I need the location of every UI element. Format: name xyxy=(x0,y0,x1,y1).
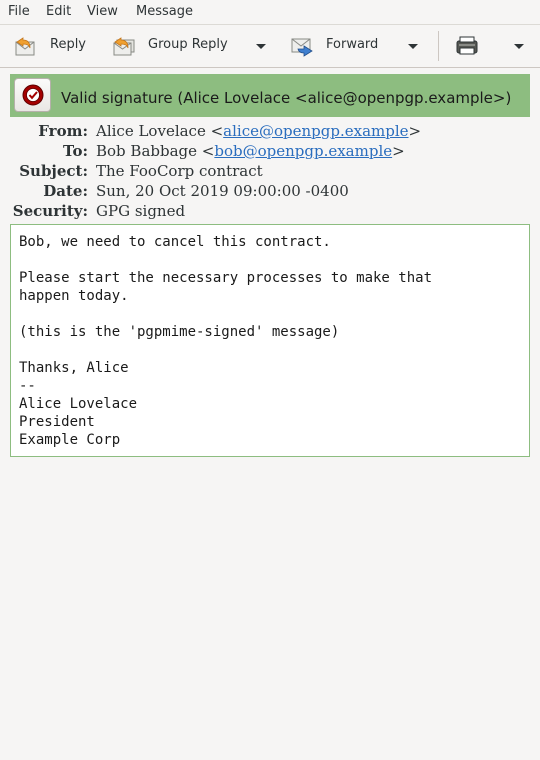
menu-view[interactable]: View xyxy=(87,4,118,19)
chevron-down-icon[interactable] xyxy=(256,44,266,49)
toolbar-separator xyxy=(438,31,439,61)
forward-label: Forward xyxy=(326,37,379,52)
chevron-down-icon[interactable] xyxy=(514,44,524,49)
header-security: Security: GPG signed xyxy=(0,202,540,222)
signature-valid-icon xyxy=(22,84,44,106)
menu-edit[interactable]: Edit xyxy=(46,4,71,19)
reply-label: Reply xyxy=(50,37,87,52)
menu-file[interactable]: File xyxy=(8,4,30,19)
to-close: > xyxy=(392,142,405,160)
group-reply-label: Group Reply xyxy=(148,37,228,52)
from-value: Alice Lovelace <alice@openpgp.example> xyxy=(96,122,421,140)
print-button[interactable] xyxy=(444,25,534,67)
print-icon xyxy=(456,36,478,55)
menu-message[interactable]: Message xyxy=(136,4,193,19)
to-email-link[interactable]: bob@openpgp.example xyxy=(214,142,392,160)
group-reply-button[interactable]: Group Reply xyxy=(102,25,282,67)
security-label: Security: xyxy=(12,202,88,220)
forward-icon xyxy=(291,38,313,57)
from-label: From: xyxy=(38,122,88,140)
reply-icon xyxy=(15,37,35,56)
message-body-text: Bob, we need to cancel this contract. Pl… xyxy=(19,234,433,448)
message-body[interactable]: Bob, we need to cancel this contract. Pl… xyxy=(10,224,530,457)
from-email-link[interactable]: alice@openpgp.example xyxy=(223,122,408,140)
reply-button[interactable]: Reply xyxy=(0,25,102,67)
forward-button[interactable]: Forward xyxy=(282,25,432,67)
subject-value: The FooCorp contract xyxy=(96,162,263,180)
from-close: > xyxy=(408,122,422,140)
header-subject: Subject: The FooCorp contract xyxy=(0,162,540,182)
to-label: To: xyxy=(63,142,88,160)
header-from: From: Alice Lovelace <alice@openpgp.exam… xyxy=(0,122,540,142)
security-value: GPG signed xyxy=(96,202,186,220)
signature-details-button[interactable] xyxy=(14,78,51,112)
date-label: Date: xyxy=(43,182,88,200)
header-to: To: Bob Babbage <bob@openpgp.example> xyxy=(0,142,540,162)
to-name: Bob Babbage < xyxy=(96,142,215,160)
menubar: File Edit View Message xyxy=(0,0,540,25)
signature-status-bar: Valid signature (Alice Lovelace <alice@o… xyxy=(10,74,530,117)
date-value: Sun, 20 Oct 2019 09:00:00 -0400 xyxy=(96,182,349,200)
subject-label: Subject: xyxy=(19,162,88,180)
from-name: Alice Lovelace < xyxy=(96,122,224,140)
group-reply-icon xyxy=(113,37,135,56)
to-value: Bob Babbage <bob@openpgp.example> xyxy=(96,142,405,160)
toolbar: Reply Group Reply Forward xyxy=(0,25,540,68)
signature-status-text: Valid signature (Alice Lovelace <alice@o… xyxy=(61,89,512,107)
chevron-down-icon[interactable] xyxy=(408,44,418,49)
header-date: Date: Sun, 20 Oct 2019 09:00:00 -0400 xyxy=(0,182,540,202)
